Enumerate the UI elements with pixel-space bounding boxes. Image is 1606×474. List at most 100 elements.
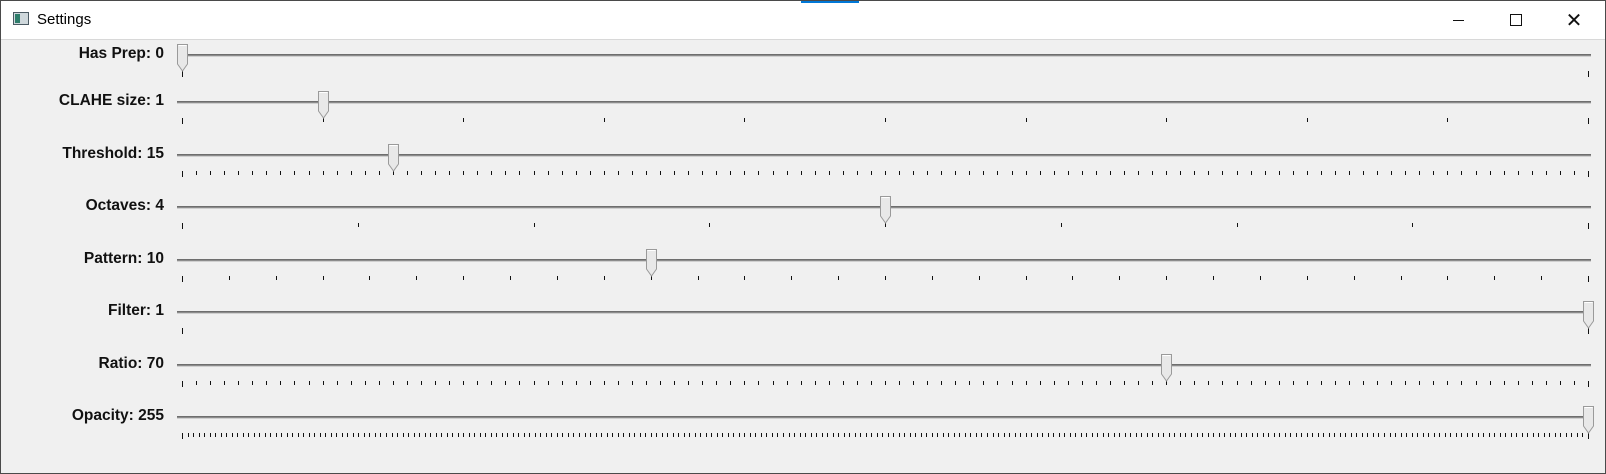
tick-mark — [505, 381, 507, 385]
slider-thumb-filter[interactable] — [1583, 301, 1594, 329]
tick-mark — [805, 433, 807, 437]
tick-mark — [533, 381, 535, 385]
title-bar[interactable]: Settings ✕ — [1, 1, 1605, 40]
tick-mark — [1400, 276, 1402, 280]
tick-mark — [997, 171, 999, 175]
minimize-button[interactable] — [1429, 1, 1487, 39]
tick-mark — [374, 433, 376, 437]
tick-mark — [270, 433, 272, 437]
tick-mark — [1576, 433, 1578, 437]
tick-mark — [341, 433, 343, 437]
tick-mark — [187, 433, 189, 437]
tick-mark — [730, 381, 732, 385]
slider-thumb-clahe-size[interactable] — [317, 91, 329, 119]
tick-mark — [786, 171, 788, 175]
tick-mark — [1039, 381, 1041, 385]
slider-label-ratio: Ratio: 70 — [98, 355, 164, 372]
tick-mark — [595, 433, 597, 437]
tick-mark — [1466, 433, 1468, 437]
tick-mark — [1264, 171, 1266, 175]
window-title: Settings — [37, 11, 92, 28]
tick-mark — [1163, 433, 1165, 437]
tick-mark — [1119, 433, 1121, 437]
tick-mark — [1009, 433, 1011, 437]
tick-mark — [358, 433, 360, 437]
tick-mark — [421, 381, 423, 385]
tick-mark — [248, 433, 250, 437]
tick-mark — [1080, 433, 1082, 437]
slider-ticks-pattern — [182, 276, 1589, 282]
tick-mark — [193, 433, 195, 437]
tick-mark — [1166, 171, 1168, 175]
slider-row-pattern: Pattern: 10 — [1, 249, 1605, 300]
slider-track-has-prep[interactable] — [177, 54, 1591, 57]
tick-mark — [1455, 433, 1457, 437]
tick-mark — [800, 381, 802, 385]
tick-mark — [842, 381, 844, 385]
tick-mark — [477, 171, 479, 175]
tick-mark — [1202, 433, 1204, 437]
tick-mark — [1400, 433, 1402, 437]
close-button[interactable]: ✕ — [1545, 1, 1603, 39]
tick-mark — [1064, 433, 1066, 437]
tick-mark — [854, 433, 856, 437]
maximize-button[interactable] — [1487, 1, 1545, 39]
tick-mark — [1306, 118, 1308, 122]
slider-thumb-octaves[interactable] — [880, 196, 891, 224]
slider-thumb-threshold[interactable] — [387, 144, 399, 172]
tick-mark — [1262, 433, 1264, 437]
tick-mark — [1113, 433, 1115, 437]
tick-mark — [452, 433, 454, 437]
tick-mark — [828, 171, 830, 175]
slider-track-clahe-size[interactable] — [177, 101, 1591, 104]
slider-track-pattern[interactable] — [177, 259, 1591, 262]
tick-mark — [1573, 171, 1575, 175]
slider-row-octaves: Octaves: 4 — [1, 196, 1605, 247]
tick-mark — [424, 433, 426, 437]
tick-mark — [545, 433, 547, 437]
tick-mark — [645, 171, 647, 175]
tick-mark — [589, 171, 591, 175]
slider-track-opacity[interactable] — [177, 416, 1591, 419]
tick-mark — [314, 433, 316, 437]
tick-mark — [772, 381, 774, 385]
tick-mark — [1224, 433, 1226, 437]
tick-mark — [782, 433, 784, 437]
tick-mark — [1229, 433, 1231, 437]
slider-thumb-opacity[interactable] — [1583, 406, 1594, 434]
tick-mark — [1378, 433, 1380, 437]
slider-ticks-opacity — [182, 433, 1589, 439]
tick-mark — [297, 433, 299, 437]
tick-mark — [1194, 171, 1196, 175]
tick-mark — [463, 433, 465, 437]
slider-thumb-ratio[interactable] — [1161, 354, 1173, 382]
tick-mark — [791, 276, 793, 280]
slider-track-ratio[interactable] — [177, 364, 1591, 367]
tick-mark — [369, 276, 371, 280]
slider-thumb-pattern[interactable] — [645, 249, 657, 277]
tick-mark — [1419, 171, 1421, 175]
tick-mark — [1494, 433, 1496, 437]
tick-mark — [275, 276, 277, 280]
slider-thumb-has-prep[interactable] — [177, 44, 188, 72]
slider-track-filter[interactable] — [177, 311, 1591, 314]
tick-mark — [556, 433, 558, 437]
tick-mark — [998, 433, 1000, 437]
tick-mark — [1532, 433, 1534, 437]
tick-mark — [308, 433, 310, 437]
tick-mark — [308, 381, 310, 385]
tick-mark — [1290, 433, 1292, 437]
tick-mark — [1036, 433, 1038, 437]
minimize-icon — [1452, 19, 1464, 21]
tick-mark — [1317, 433, 1319, 437]
tick-mark — [1124, 171, 1126, 175]
tick-mark — [1588, 381, 1589, 387]
tick-mark — [1447, 276, 1449, 280]
tick-mark — [617, 381, 619, 385]
tick-mark — [1250, 171, 1252, 175]
tick-mark — [650, 433, 652, 437]
settings-window: Settings ✕ Has Prep: 0 CLAHE size: 1 Thres… — [0, 0, 1606, 474]
tick-mark — [1545, 171, 1547, 175]
tick-mark — [1447, 118, 1449, 122]
tick-mark — [547, 171, 549, 175]
